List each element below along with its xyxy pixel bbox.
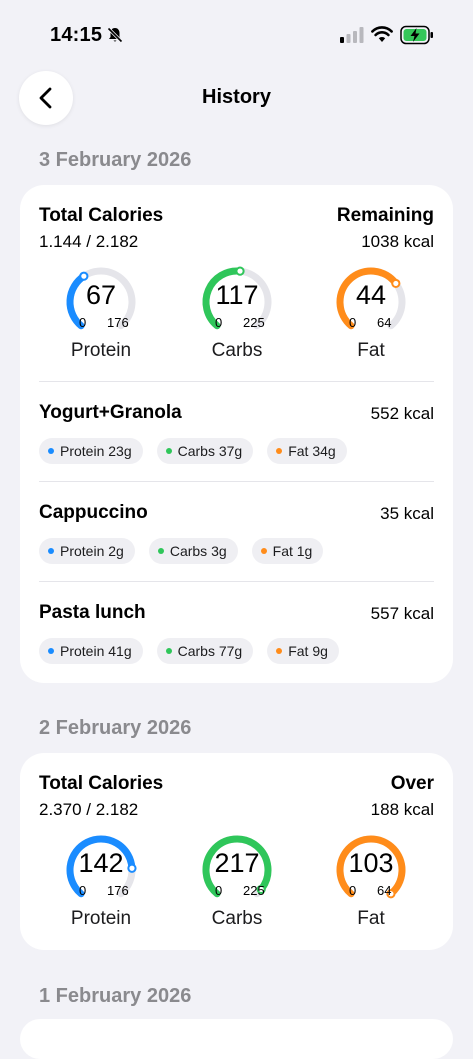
gauge-max: 64 [377, 883, 392, 898]
macro-chips: Protein 41g Carbs 77g Fat 9g [39, 638, 339, 664]
total-calories-label: Total Calories [39, 773, 164, 794]
wifi-icon [371, 26, 393, 49]
status-time: 14:15 [50, 24, 103, 46]
meal-name: Pasta lunch [39, 602, 146, 623]
carbs-gauge: 217 0 225 Carbs [192, 828, 282, 938]
chip-text: Fat 9g [288, 643, 328, 659]
meal-name: Cappuccino [39, 502, 148, 523]
chip-text: Protein 23g [60, 443, 132, 459]
total-calories-value: 1.144 / 2.182 [39, 232, 139, 251]
protein-chip: Protein 2g [39, 538, 135, 564]
protein-dot-icon [48, 448, 54, 454]
gauge-min: 0 [79, 315, 87, 330]
protein-chip: Protein 41g [39, 638, 143, 664]
carbs-chip: Carbs 3g [148, 538, 238, 564]
gauge-label: Carbs [211, 340, 263, 361]
meal-kcal: 552 kcal [370, 404, 434, 423]
date-header: 2 February 2026 [39, 717, 192, 739]
fat-dot-icon [276, 648, 283, 654]
gauge-min: 0 [79, 883, 87, 898]
gauge-label: Carbs [211, 908, 263, 929]
calorie-summary: Total Calories 2.370 / 2.182 Over 188 kc… [39, 773, 434, 823]
chip-text: Carbs 77g [177, 643, 243, 659]
page-title: History [202, 86, 271, 108]
status-bar: 14:15 [0, 0, 473, 70]
meal-name: Yogurt+Granola [39, 402, 182, 423]
gauge-min: 0 [215, 315, 223, 330]
divider [39, 581, 434, 582]
gauge-max: 176 [107, 315, 129, 330]
calorie-status-label: Remaining [336, 205, 434, 226]
date-header: 3 February 2026 [39, 149, 192, 171]
meal-item-pasta-lunch[interactable]: Pasta lunch 557 kcal Protein 41g Carbs 7… [39, 602, 434, 682]
day-summary-card: Total Calories 1.144 / 2.182 Remaining 1… [20, 185, 453, 683]
fat-dot-icon [260, 548, 267, 554]
divider [39, 481, 434, 482]
protein-dot-icon [48, 648, 54, 654]
macro-chips: Protein 23g Carbs 37g Fat 34g [39, 438, 347, 464]
gauge-label: Fat [357, 340, 385, 361]
chip-text: Protein 41g [60, 643, 132, 659]
day-summary-card: Total Calories 2.370 / 2.182 Over 188 kc… [20, 753, 453, 950]
protein-chip: Protein 23g [39, 438, 143, 464]
calorie-status-value: 188 kcal [370, 800, 434, 819]
bell-muted-icon [106, 26, 124, 49]
meal-item-cappuccino[interactable]: Cappuccino 35 kcal Protein 2g Carbs 3g F… [39, 502, 434, 582]
carbs-gauge: 117 0 225 Carbs [192, 260, 282, 370]
calorie-summary: Total Calories 1.144 / 2.182 Remaining 1… [39, 205, 434, 255]
meal-kcal: 35 kcal [380, 504, 434, 523]
fat-chip: Fat 1g [251, 538, 324, 564]
carbs-chip: Carbs 77g [156, 638, 254, 664]
gauge-min: 0 [349, 315, 357, 330]
gauge-label: Fat [357, 908, 385, 929]
gauge-value: 142 [78, 848, 124, 878]
gauge-min: 0 [215, 883, 223, 898]
gauge-label: Protein [70, 340, 132, 361]
day-summary-card [20, 1019, 453, 1059]
gauge-knob [235, 266, 245, 276]
gauge-value: 44 [355, 280, 387, 310]
total-calories-value: 2.370 / 2.182 [39, 800, 139, 819]
calorie-status-label: Over [390, 773, 434, 794]
total-calories-label: Total Calories [39, 205, 164, 226]
meal-item-yogurt-granola[interactable]: Yogurt+Granola 552 kcal Protein 23g Carb… [39, 402, 434, 482]
carbs-dot-icon [157, 548, 164, 554]
carbs-dot-icon [165, 448, 172, 454]
gauge-max: 225 [243, 883, 265, 898]
gauge-max: 64 [377, 315, 392, 330]
chip-text: Fat 34g [288, 443, 336, 459]
chip-text: Protein 2g [60, 543, 124, 559]
gauge-knob [79, 271, 89, 281]
meal-kcal: 557 kcal [370, 604, 434, 623]
macro-chips: Protein 2g Carbs 3g Fat 1g [39, 538, 324, 564]
protein-gauge: 67 0 176 Protein [56, 260, 146, 370]
gauge-value: 103 [348, 848, 394, 878]
gauge-min: 0 [349, 883, 357, 898]
chip-text: Fat 1g [272, 543, 313, 559]
protein-dot-icon [48, 548, 54, 554]
date-header: 1 February 2026 [39, 985, 192, 1007]
battery-charging-icon [400, 25, 434, 50]
chip-text: Carbs 37g [177, 443, 243, 459]
gauge-value: 67 [85, 280, 117, 310]
fat-chip: Fat 34g [267, 438, 347, 464]
fat-chip: Fat 9g [267, 638, 339, 664]
gauge-max: 176 [107, 883, 129, 898]
carbs-dot-icon [165, 648, 172, 654]
fat-gauge: 103 0 64 Fat [326, 828, 416, 938]
gauge-label: Protein [70, 908, 132, 929]
gauge-max: 225 [243, 315, 265, 330]
gauge-value: 217 [214, 848, 260, 878]
fat-gauge: 44 0 64 Fat [326, 260, 416, 370]
chip-text: Carbs 3g [169, 543, 227, 559]
cellular-signal-icon [340, 27, 364, 48]
protein-gauge: 142 0 176 Protein [56, 828, 146, 938]
carbs-chip: Carbs 37g [156, 438, 254, 464]
divider [39, 381, 434, 382]
calorie-status-value: 1038 kcal [361, 232, 434, 251]
fat-dot-icon [276, 448, 283, 454]
gauge-value: 117 [215, 280, 259, 310]
